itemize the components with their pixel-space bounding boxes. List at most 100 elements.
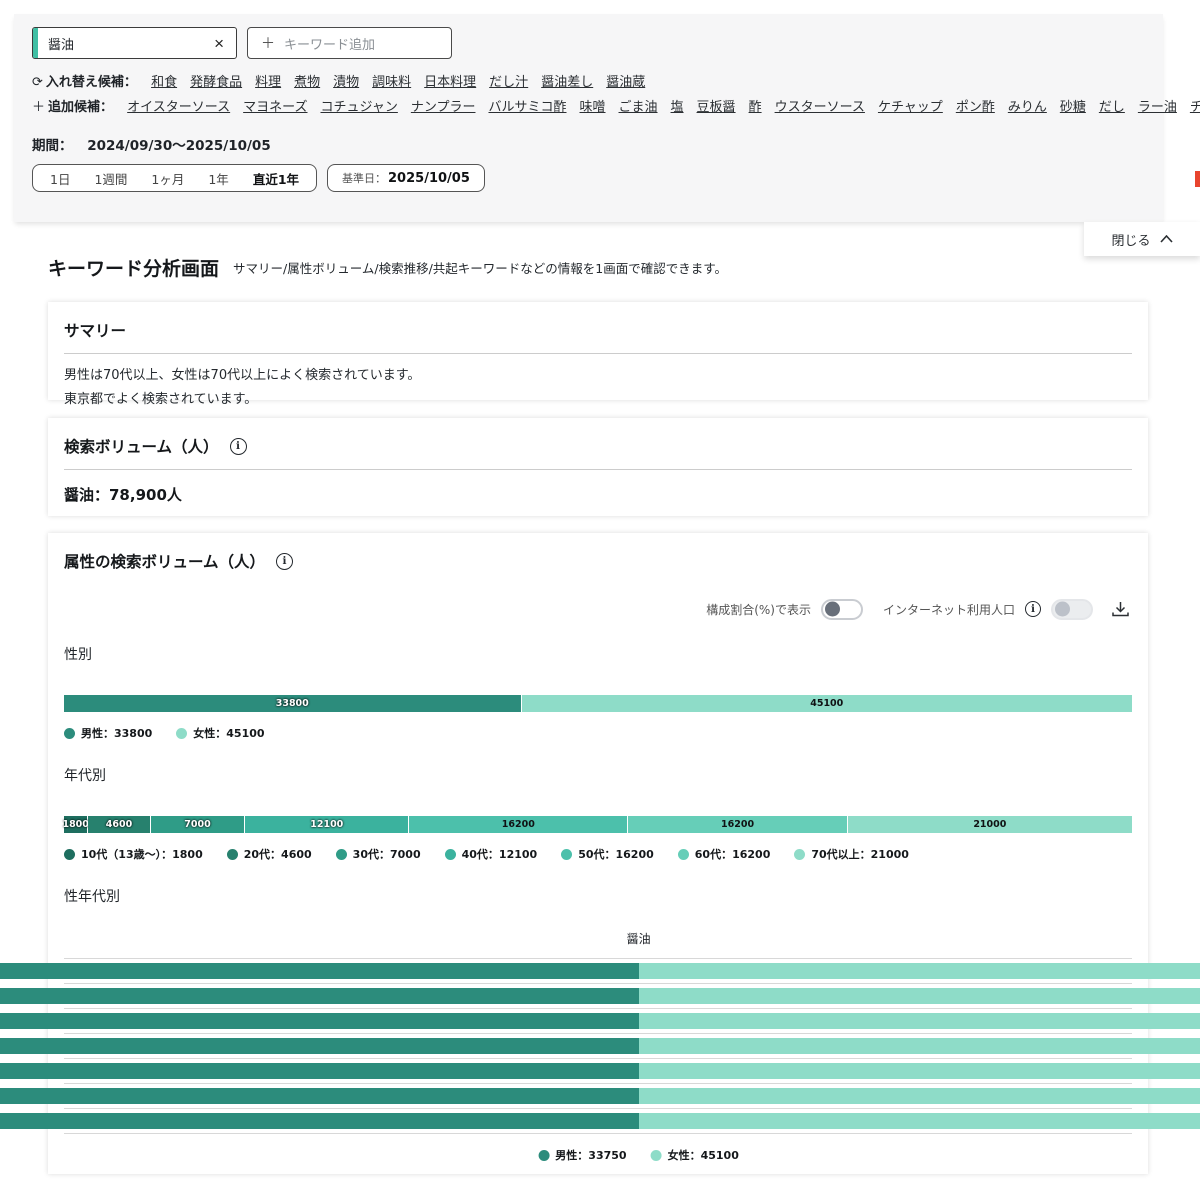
legend-item: 60代：16200 bbox=[678, 846, 771, 862]
add-candidate-link[interactable]: ケチャップ bbox=[878, 100, 943, 115]
legend-dot bbox=[176, 728, 187, 739]
legend-item: 女性：45100 bbox=[176, 725, 264, 741]
summary-text: 男性は70代以上、女性は70代以上によく検索されています。東京都でよく検索されて… bbox=[64, 366, 1132, 411]
gender-age-row: 60代70009200 bbox=[64, 1084, 1132, 1109]
swap-candidate-link[interactable]: 漬物 bbox=[333, 75, 359, 90]
search-row: 醤油 × ＋ キーワード追加 bbox=[32, 27, 1149, 59]
legend-dot bbox=[227, 849, 238, 860]
add-candidates-label: ＋追加候補： bbox=[32, 100, 113, 115]
bar-segment-60代: 16200 bbox=[628, 816, 847, 833]
page-title: キーワード分析画面 bbox=[48, 254, 219, 281]
legend-label: 男性：33750 bbox=[555, 1147, 626, 1163]
female-bar bbox=[639, 1113, 1200, 1129]
range-button-1週間[interactable]: 1週間 bbox=[82, 169, 139, 188]
add-candidate-link[interactable]: 塩 bbox=[671, 100, 684, 115]
legend-item: 10代（13歳～）：1800 bbox=[64, 846, 203, 862]
female-bar bbox=[639, 1013, 1200, 1029]
period-value: 2024/09/30～2025/10/05 bbox=[87, 138, 271, 154]
internet-toggle[interactable] bbox=[1051, 599, 1093, 620]
range-button-1日[interactable]: 1日 bbox=[38, 169, 82, 188]
male-bar bbox=[0, 1013, 639, 1029]
internet-toggle-label: インターネット利用人口 bbox=[883, 601, 1015, 618]
female-bar bbox=[639, 1088, 1200, 1104]
add-candidate-link[interactable]: オイスターソース bbox=[127, 100, 230, 115]
add-candidate-link[interactable]: コチュジャン bbox=[321, 100, 398, 115]
bar-segment-10代（13歳～）: 1800 bbox=[64, 816, 88, 833]
add-keyword-button[interactable]: ＋ キーワード追加 bbox=[247, 27, 452, 59]
add-candidate-link[interactable]: ウスターソース bbox=[775, 100, 865, 115]
bar-segment-男性: 33800 bbox=[64, 695, 522, 712]
legend-dot bbox=[678, 849, 689, 860]
download-button[interactable] bbox=[1109, 598, 1132, 620]
close-panel-button[interactable]: 閉じる bbox=[1084, 222, 1200, 256]
summary-card: サマリー 男性は70代以上、女性は70代以上によく検索されています。東京都でよく… bbox=[48, 302, 1148, 400]
legend-item: 50代：16200 bbox=[561, 846, 654, 862]
range-button-直近1年[interactable]: 直近1年 bbox=[241, 169, 311, 188]
swap-candidate-link[interactable]: 煮物 bbox=[294, 75, 320, 90]
legend-item: 40代：12100 bbox=[445, 846, 538, 862]
gender-age-chart: 醤油 10代（13歳～）650110020代2000260030代2800420… bbox=[64, 930, 1132, 1163]
swap-candidates-links: 和食発酵食品料理煮物漬物調味料日本料理だし汁醤油差し醤油蔵 bbox=[151, 75, 658, 90]
swap-candidate-link[interactable]: 和食 bbox=[151, 75, 177, 90]
swap-candidates-row: ⟳入れ替え候補： 和食発酵食品料理煮物漬物調味料日本料理だし汁醤油差し醤油蔵 bbox=[32, 74, 1149, 92]
base-date-picker[interactable]: 基準日： 2025/10/05 bbox=[327, 164, 485, 192]
swap-candidate-link[interactable]: 醤油蔵 bbox=[606, 75, 645, 90]
period-controls: 1日1週間1ヶ月1年直近1年 基準日： 2025/10/05 bbox=[32, 164, 1149, 192]
swap-candidate-link[interactable]: 調味料 bbox=[372, 75, 411, 90]
swap-candidate-link[interactable]: 料理 bbox=[255, 75, 281, 90]
legend-label: 女性：45100 bbox=[193, 725, 264, 741]
bar-segment-女性: 45100 bbox=[522, 695, 1132, 712]
swap-candidate-link[interactable]: 日本料理 bbox=[424, 75, 476, 90]
bar-segment-70代以上: 21000 bbox=[848, 816, 1132, 833]
legend-item: 20代：4600 bbox=[227, 846, 312, 862]
swap-candidate-link[interactable]: だし汁 bbox=[489, 75, 528, 90]
legend-label: 20代：4600 bbox=[244, 846, 312, 862]
legend-label: 10代（13歳～）：1800 bbox=[81, 846, 203, 862]
range-button-group: 1日1週間1ヶ月1年直近1年 bbox=[32, 164, 317, 192]
legend-label: 40代：12100 bbox=[462, 846, 538, 862]
add-candidate-link[interactable]: マヨネーズ bbox=[243, 100, 307, 115]
info-icon[interactable]: i bbox=[1025, 601, 1041, 617]
base-date-label: 基準日： bbox=[342, 170, 386, 186]
summary-line: 東京都でよく検索されています。 bbox=[64, 390, 1132, 411]
legend-label: 60代：16200 bbox=[695, 846, 771, 862]
page-subtitle: サマリー/属性ボリューム/検索推移/共起キーワードなどの情報を1画面で確認できま… bbox=[233, 258, 727, 277]
gender-age-row: 30代28004200 bbox=[64, 1009, 1132, 1034]
legend-dot bbox=[561, 849, 572, 860]
range-button-1ヶ月[interactable]: 1ヶ月 bbox=[139, 169, 196, 188]
add-candidate-link[interactable]: みりん bbox=[1008, 100, 1047, 115]
legend-label: 70代以上：21000 bbox=[811, 846, 909, 862]
bar-segment-30代: 7000 bbox=[151, 816, 246, 833]
add-candidate-link[interactable]: バルサミコ酢 bbox=[488, 100, 566, 115]
legend-item: 男性：33800 bbox=[64, 725, 152, 741]
attribute-title: 属性の検索ボリューム（人） i bbox=[64, 550, 1132, 572]
gender-chart-title: 性別 bbox=[64, 644, 1132, 664]
add-candidate-link[interactable]: だし bbox=[1099, 100, 1125, 115]
add-candidate-link[interactable]: 砂糖 bbox=[1060, 100, 1086, 115]
add-candidate-link[interactable]: チリソース bbox=[1190, 100, 1200, 115]
legend-dot bbox=[538, 1150, 549, 1161]
edge-indicator bbox=[1195, 171, 1200, 187]
add-candidate-link[interactable]: 味噌 bbox=[580, 100, 606, 115]
chart-keyword-label: 醤油 bbox=[105, 930, 1173, 947]
swap-candidate-link[interactable]: 発酵食品 bbox=[190, 75, 242, 90]
range-button-1年[interactable]: 1年 bbox=[196, 169, 240, 188]
ratio-toggle[interactable] bbox=[821, 599, 863, 620]
add-candidate-link[interactable]: ごま油 bbox=[619, 100, 658, 115]
info-icon[interactable]: i bbox=[230, 438, 247, 455]
male-bar bbox=[0, 1063, 639, 1079]
info-icon[interactable]: i bbox=[276, 553, 293, 570]
female-bar bbox=[639, 963, 1200, 979]
add-candidate-link[interactable]: ラー油 bbox=[1138, 100, 1177, 115]
keyword-input[interactable]: 醤油 × bbox=[32, 27, 237, 59]
add-candidate-link[interactable]: 豆板醤 bbox=[697, 100, 736, 115]
add-candidate-link[interactable]: ナンプラー bbox=[411, 100, 476, 115]
male-bar bbox=[0, 1038, 639, 1054]
legend-label: 50代：16200 bbox=[578, 846, 654, 862]
add-candidate-link[interactable]: ポン酢 bbox=[956, 100, 995, 115]
swap-candidate-link[interactable]: 醤油差し bbox=[541, 75, 593, 90]
clear-keyword-button[interactable]: × bbox=[208, 33, 230, 54]
age-stacked-bar: 18004600700012100162001620021000 bbox=[64, 816, 1132, 833]
add-candidate-link[interactable]: 酢 bbox=[749, 100, 762, 115]
legend-item: 女性：45100 bbox=[651, 1147, 739, 1163]
